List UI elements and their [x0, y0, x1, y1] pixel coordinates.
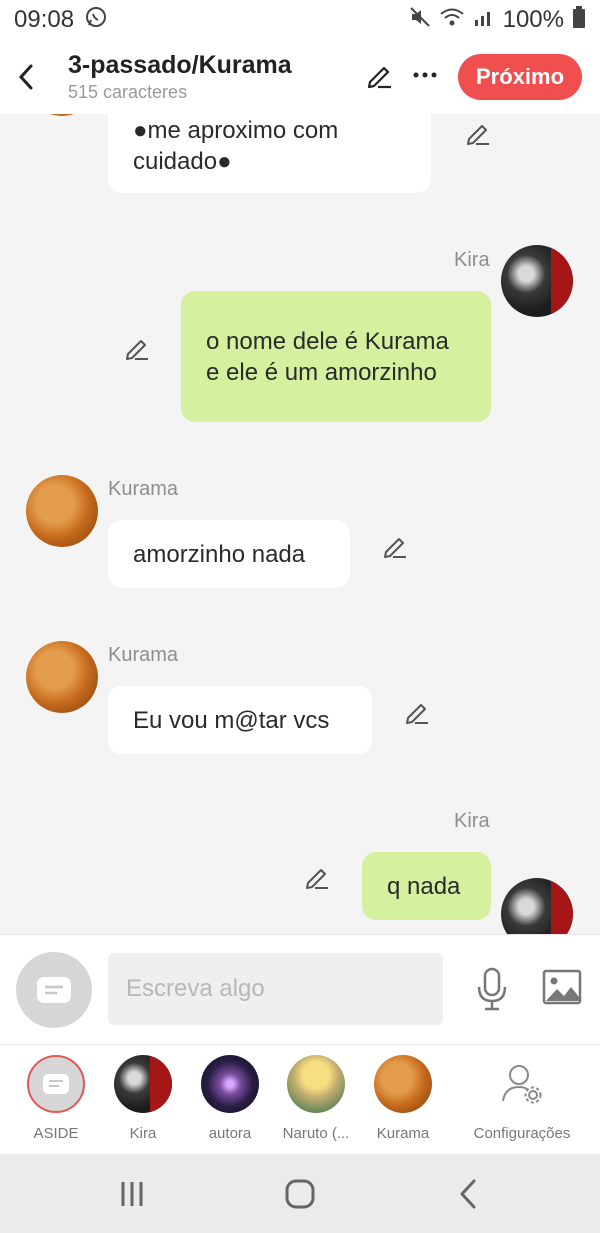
sender-name: Kurama — [108, 478, 179, 500]
microphone-button[interactable] — [470, 965, 514, 1013]
sender-name: Kurama — [108, 644, 179, 666]
microphone-icon — [477, 967, 507, 1011]
message-bubble[interactable]: Eu vou m@tar vcs — [108, 686, 372, 754]
character-label: Naruto (... — [282, 1125, 350, 1142]
edit-message-icon[interactable] — [302, 863, 332, 893]
mute-icon — [409, 6, 431, 35]
aside-button[interactable] — [16, 952, 92, 1028]
battery-text: 100% — [502, 6, 564, 33]
title-block: 3-passado/Kurama 515 caracteres — [68, 50, 292, 104]
character-naruto[interactable]: Naruto (... — [271, 1055, 361, 1142]
avatar-kira[interactable] — [501, 878, 573, 934]
sender-name: Kira — [454, 249, 490, 271]
message-bubble[interactable]: amorzinho nada — [108, 520, 350, 588]
chevron-left-icon — [18, 64, 33, 90]
pencil-icon — [367, 66, 391, 89]
message-text: ●me aproximo com cuidado● — [133, 117, 339, 175]
character-count: 515 caracteres — [68, 82, 188, 102]
avatar — [114, 1055, 172, 1113]
aside-icon — [37, 977, 71, 1003]
avatar-kurama[interactable] — [26, 475, 98, 547]
avatar-kurama[interactable] — [26, 641, 98, 713]
character-label: ASIDE — [33, 1125, 79, 1142]
recents-icon — [121, 1182, 143, 1206]
settings-button[interactable]: Configurações — [472, 1055, 572, 1142]
back-icon — [460, 1179, 476, 1209]
message-input[interactable] — [108, 953, 443, 1025]
edit-title-button[interactable] — [362, 58, 396, 92]
message-text: o nome dele é Kurama e ele é um amorzinh… — [206, 327, 449, 386]
avatar — [26, 114, 98, 116]
whatsapp-icon — [84, 5, 108, 36]
character-kurama[interactable]: Kurama — [358, 1055, 448, 1142]
avatar — [27, 1055, 85, 1113]
page-title: 3-passado/Kurama — [68, 51, 292, 79]
edit-message-icon[interactable] — [463, 119, 493, 149]
header: 3-passado/Kurama 515 caracteres Próximo — [0, 40, 600, 114]
battery-icon — [572, 5, 586, 36]
character-label: Configurações — [473, 1125, 571, 1142]
image-button[interactable] — [540, 967, 584, 1007]
avatar — [287, 1055, 345, 1113]
settings-icon-wrap — [493, 1055, 551, 1113]
back-button[interactable] — [0, 40, 52, 114]
wifi-icon — [439, 6, 465, 35]
message-text: q nada — [387, 872, 461, 900]
more-options-button[interactable] — [408, 58, 442, 92]
edit-message-icon[interactable] — [122, 334, 152, 364]
message-text: Eu vou m@tar vcs — [133, 706, 330, 734]
image-icon — [542, 969, 582, 1005]
character-kira[interactable]: Kira — [98, 1055, 188, 1142]
avatar-kira[interactable] — [501, 245, 573, 317]
edit-message-icon[interactable] — [402, 698, 432, 728]
status-bar: 09:08 100% — [0, 0, 600, 40]
signal-icon — [473, 6, 495, 35]
message-bubble[interactable]: ●me aproximo com cuidado● — [108, 114, 431, 193]
aside-icon — [43, 1074, 69, 1094]
more-icon — [413, 72, 437, 78]
user-settings-icon — [502, 1065, 542, 1104]
home-button[interactable] — [280, 1174, 320, 1214]
next-button[interactable]: Próximo — [458, 54, 582, 100]
message-bubble[interactable]: o nome dele é Kurama e ele é um amorzinh… — [181, 291, 491, 422]
message-text: amorzinho nada — [133, 540, 306, 568]
character-label: Kira — [129, 1125, 157, 1142]
character-label: Kurama — [376, 1125, 430, 1142]
character-bar: ASIDE Kira autora Naruto (... Kurama Con… — [0, 1044, 600, 1154]
chat-area[interactable]: ●me aproximo com cuidado● Kira o nome de… — [0, 114, 600, 934]
character-label: autora — [208, 1125, 252, 1142]
message-bubble[interactable]: q nada — [362, 852, 491, 920]
edit-message-icon[interactable] — [380, 532, 410, 562]
avatar — [201, 1055, 259, 1113]
status-time: 09:08 — [14, 6, 75, 33]
character-autora[interactable]: autora — [185, 1055, 275, 1142]
avatar — [374, 1055, 432, 1113]
recent-apps-button[interactable] — [112, 1174, 152, 1214]
system-back-button[interactable] — [448, 1174, 488, 1214]
character-aside[interactable]: ASIDE — [11, 1055, 101, 1142]
system-nav-bar — [0, 1154, 600, 1233]
home-icon — [285, 1179, 315, 1209]
composer — [0, 934, 600, 1044]
sender-name: Kira — [454, 810, 490, 832]
